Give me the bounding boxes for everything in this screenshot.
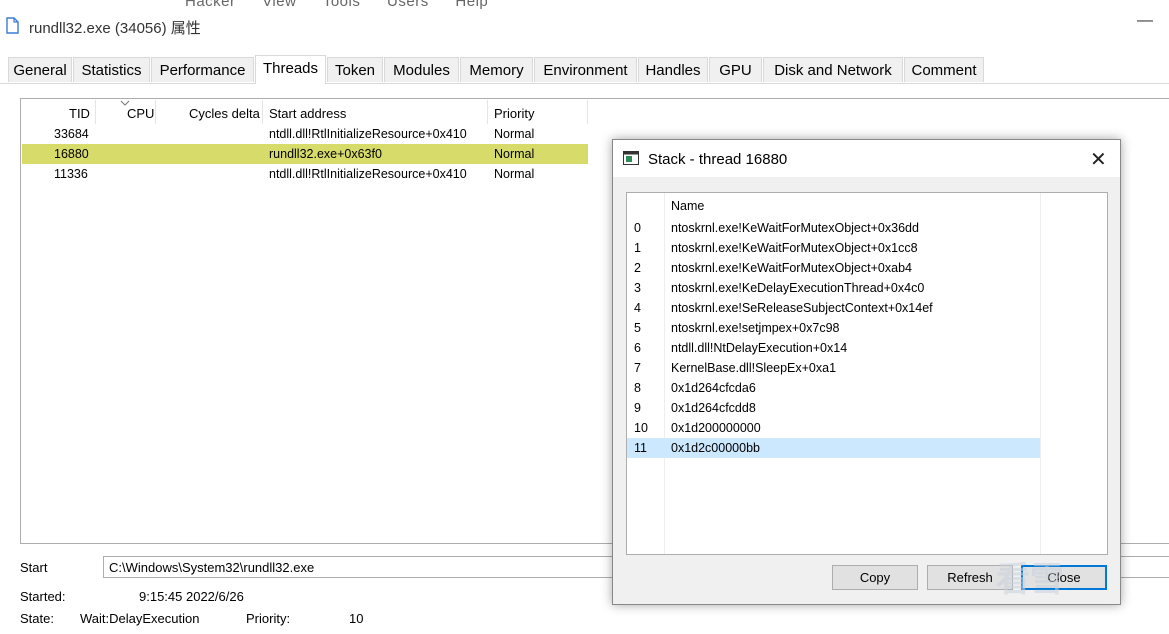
frame-name: 0x1d200000000 — [671, 421, 761, 435]
frame-name: 0x1d2c00000bb — [671, 441, 760, 455]
tab-gpu[interactable]: GPU — [709, 57, 762, 82]
frame-name: ntoskrnl.exe!KeWaitForMutexObject+0xab4 — [671, 261, 912, 275]
stack-frame-row[interactable]: 7 KernelBase.dll!SleepEx+0xa1 — [627, 358, 1040, 378]
stack-frame-row-selected[interactable]: 11 0x1d2c00000bb — [627, 438, 1040, 458]
stack-frame-row[interactable]: 1 ntoskrnl.exe!KeWaitForMutexObject+0x1cc… — [627, 238, 1040, 258]
start-label: Start — [20, 560, 48, 575]
thread-start-address: ntdll.dll!RtlInitializeResource+0x410 — [269, 167, 467, 181]
tab-comment[interactable]: Comment — [904, 57, 984, 82]
column-header-start-address[interactable]: Start address — [269, 106, 346, 121]
column-header-priority[interactable]: Priority — [494, 106, 534, 121]
column-divider[interactable] — [155, 100, 156, 124]
thread-start-address: rundll32.exe+0x63f0 — [269, 147, 382, 161]
column-header-name[interactable]: Name — [671, 199, 704, 213]
frame-index: 11 — [634, 441, 647, 455]
frame-index: 2 — [634, 261, 641, 275]
tab-handles[interactable]: Handles — [638, 57, 708, 82]
priority-value: 10 — [349, 611, 364, 626]
thread-tid: 16880 — [54, 147, 89, 161]
state-value: Wait:DelayExecution — [80, 611, 200, 626]
frame-index: 6 — [634, 341, 641, 355]
priority-label: Priority: — [246, 611, 291, 626]
stack-frame-row[interactable]: 9 0x1d264cfcdd8 — [627, 398, 1040, 418]
thread-priority: Normal — [494, 127, 535, 141]
tab-environment[interactable]: Environment — [534, 57, 637, 82]
frame-name: ntoskrnl.exe!KeWaitForMutexObject+0x36dd — [671, 221, 919, 235]
started-label: Started: — [20, 589, 66, 604]
tab-general[interactable]: General — [8, 57, 72, 82]
menu-item[interactable]: View — [262, 0, 296, 10]
menu-item[interactable]: Help — [455, 0, 488, 10]
background-menu-bar: Hacker View Tools Users Help — [185, 0, 510, 10]
column-divider[interactable] — [1040, 193, 1041, 554]
tab-memory[interactable]: Memory — [460, 57, 533, 82]
document-icon — [6, 17, 19, 34]
frame-name: ntdll.dll!NtDelayExecution+0x14 — [671, 341, 848, 355]
column-header-tid[interactable]: TID — [69, 106, 90, 121]
frame-index: 5 — [634, 321, 641, 335]
menu-item[interactable]: Tools — [323, 0, 361, 10]
stack-frame-row[interactable]: 10 0x1d200000000 — [627, 418, 1040, 438]
thread-tid: 33684 — [54, 127, 89, 141]
frame-name: 0x1d264cfcda6 — [671, 381, 756, 395]
dialog-title: Stack - thread 16880 — [648, 151, 788, 168]
tab-modules[interactable]: Modules — [384, 57, 459, 82]
thread-row[interactable]: 11336 ntdll.dll!RtlInitializeResource+0x… — [22, 164, 588, 184]
copy-button[interactable]: Copy — [832, 565, 918, 590]
thread-row-selected[interactable]: 16880 rundll32.exe+0x63f0 Normal — [22, 144, 588, 164]
column-divider[interactable] — [95, 100, 96, 124]
tab-disk-and-network[interactable]: Disk and Network — [763, 57, 903, 82]
frame-index: 8 — [634, 381, 641, 395]
tab-token[interactable]: Token — [327, 57, 383, 82]
frame-index: 7 — [634, 361, 641, 375]
frame-name: ntoskrnl.exe!KeDelayExecutionThread+0x4c… — [671, 281, 925, 295]
stack-frame-row[interactable]: 3 ntoskrnl.exe!KeDelayExecutionThread+0x4… — [627, 278, 1040, 298]
frame-name: ntoskrnl.exe!KeWaitForMutexObject+0x1cc8 — [671, 241, 918, 255]
menu-item[interactable]: Users — [387, 0, 429, 10]
thread-row[interactable]: 33684 ntdll.dll!RtlInitializeResource+0x… — [22, 124, 588, 144]
frame-name: 0x1d264cfcdd8 — [671, 401, 756, 415]
thread-priority: Normal — [494, 147, 535, 161]
window-icon — [623, 151, 639, 165]
thread-priority: Normal — [494, 167, 535, 181]
frame-name: KernelBase.dll!SleepEx+0xa1 — [671, 361, 837, 375]
column-divider[interactable] — [487, 100, 488, 124]
column-divider[interactable] — [587, 100, 588, 124]
stack-frame-row[interactable]: 5 ntoskrnl.exe!setjmpex+0x7c98 — [627, 318, 1040, 338]
tab-performance[interactable]: Performance — [151, 57, 254, 82]
frame-index: 3 — [634, 281, 641, 295]
stack-frame-row[interactable]: 4 ntoskrnl.exe!SeReleaseSubjectContext+0x… — [627, 298, 1040, 318]
minimize-button[interactable]: — — [1137, 12, 1153, 30]
column-header-cycles-delta[interactable]: Cycles delta — [189, 106, 260, 121]
thread-tid: 11336 — [54, 167, 88, 181]
started-value: 9:15:45 2022/6/26 — [139, 589, 244, 604]
menu-item[interactable]: Hacker — [185, 0, 236, 10]
watermark: 看雪 — [996, 561, 1064, 599]
thread-start-address: ntdll.dll!RtlInitializeResource+0x410 — [269, 127, 467, 141]
frame-name: ntoskrnl.exe!setjmpex+0x7c98 — [671, 321, 840, 335]
stack-frame-row[interactable]: 2 ntoskrnl.exe!KeWaitForMutexObject+0xab4 — [627, 258, 1040, 278]
column-divider[interactable] — [262, 100, 263, 124]
close-icon[interactable]: ✕ — [1090, 147, 1107, 172]
frame-index: 0 — [634, 221, 641, 235]
stack-frame-row[interactable]: 6 ntdll.dll!NtDelayExecution+0x14 — [627, 338, 1040, 358]
frame-index: 4 — [634, 301, 641, 315]
frame-name: ntoskrnl.exe!SeReleaseSubjectContext+0x1… — [671, 301, 933, 315]
stack-frame-row[interactable]: 0 ntoskrnl.exe!KeWaitForMutexObject+0x36d… — [627, 218, 1040, 238]
tab-statistics[interactable]: Statistics — [73, 57, 150, 82]
frame-index: 1 — [634, 241, 641, 255]
state-label: State: — [20, 611, 54, 626]
column-header-cpu[interactable]: CPU — [127, 106, 154, 121]
stack-frame-row[interactable]: 8 0x1d264cfcda6 — [627, 378, 1040, 398]
tab-threads[interactable]: Threads — [255, 55, 326, 84]
window-title: rundll32.exe (34056) 属性 — [29, 20, 201, 37]
frame-index: 10 — [634, 421, 648, 435]
frame-index: 9 — [634, 401, 641, 415]
stack-dialog: Stack - thread 16880 ✕ Name 0 ntoskrnl.ex… — [612, 139, 1121, 605]
